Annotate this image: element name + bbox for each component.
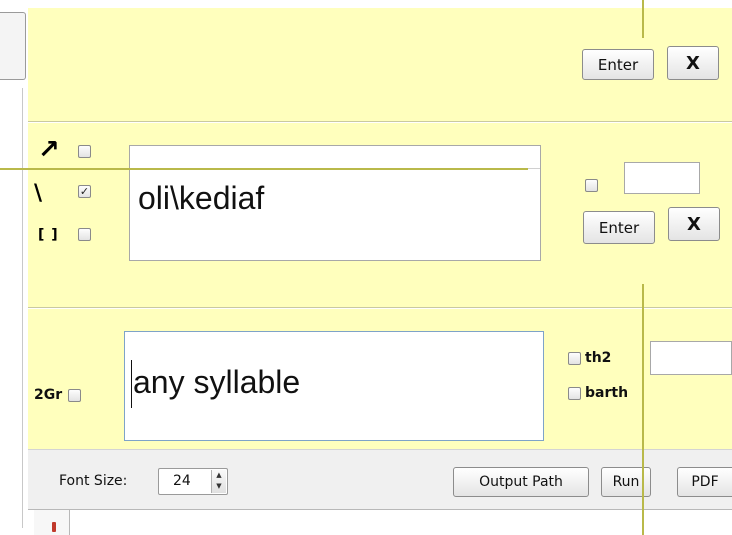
pattern-input-value: oli\kediaf (138, 180, 265, 216)
close-button-2-label: X (687, 213, 701, 235)
toolbar: Font Size: 24 ▲ ▼ Output Path Run PDF (28, 449, 732, 509)
barth-checkbox[interactable] (568, 387, 581, 400)
font-size-label: Font Size: (59, 473, 128, 489)
font-size-spinner[interactable]: 24 ▲ ▼ (158, 468, 228, 495)
barth-label: barth (585, 385, 629, 401)
2gr-checkbox[interactable] (68, 389, 81, 402)
line-gutter (34, 510, 70, 535)
output-path-button[interactable]: Output Path (453, 467, 589, 497)
guide-line-horizontal (0, 168, 528, 170)
brackets-checkbox[interactable] (78, 228, 91, 241)
editor-area[interactable] (28, 509, 732, 535)
run-label: Run (612, 474, 640, 490)
backslash-checkbox[interactable]: ✓ (78, 185, 91, 198)
close-button-label: X (686, 52, 700, 74)
pattern-input[interactable]: oli\kediaf (129, 145, 541, 261)
enter-button-2-label: Enter (598, 218, 640, 237)
spinner-arrows-icon[interactable]: ▲ ▼ (211, 470, 226, 493)
backslash-symbol: \ (34, 181, 43, 206)
top-panel: Enter X (28, 8, 732, 122)
enter-button-label: Enter (597, 55, 639, 74)
2gr-label: 2Gr (34, 387, 63, 403)
enter-button[interactable]: Enter (582, 49, 654, 80)
middle-panel: ↗ \ ✓ [ ] oli\kediaf Enter X (28, 123, 732, 308)
enter-button-2[interactable]: Enter (583, 211, 655, 244)
bottom-panel: 2Gr any syllable th2 barth (28, 309, 732, 449)
guide-line-vertical-bottom (642, 284, 644, 535)
pdf-button[interactable]: PDF (677, 467, 732, 497)
left-strip (0, 0, 28, 535)
top-border (28, 0, 732, 8)
font-size-value: 24 (173, 473, 191, 489)
pdf-label: PDF (691, 474, 719, 490)
left-divider (22, 88, 23, 528)
small-value-input[interactable] (624, 162, 700, 194)
th2-value-input[interactable] (650, 341, 732, 375)
syllable-input[interactable]: any syllable (124, 331, 544, 441)
option-checkbox[interactable] (585, 179, 598, 192)
collapsed-tab[interactable] (0, 12, 26, 80)
close-button[interactable]: X (667, 46, 719, 80)
syllable-input-value: any syllable (133, 364, 301, 400)
close-button-2[interactable]: X (668, 207, 720, 241)
brackets-symbol: [ ] (38, 227, 59, 243)
text-caret (131, 360, 132, 408)
arrow-checkbox[interactable] (78, 145, 91, 158)
arrow-up-right-icon: ↗ (38, 135, 60, 165)
output-path-label: Output Path (479, 474, 563, 490)
th2-label: th2 (585, 350, 612, 366)
guide-line-vertical-top (642, 0, 644, 38)
error-marker-icon (52, 522, 56, 532)
th2-checkbox[interactable] (568, 352, 581, 365)
pattern-input-top-field[interactable] (130, 146, 540, 169)
